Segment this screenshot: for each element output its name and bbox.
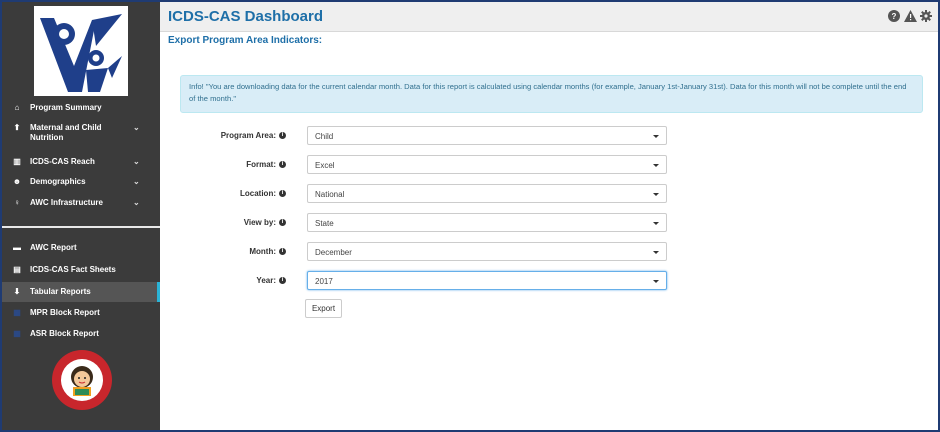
form-row-program-area: Program Area: i Child xyxy=(162,126,682,146)
card-icon: ▬ xyxy=(13,243,21,252)
caret-down-icon xyxy=(653,135,659,138)
month-selected-value: December xyxy=(315,248,352,257)
download-icon: ⬇ xyxy=(13,287,21,296)
sidebar-item-label: Tabular Reports xyxy=(30,287,91,296)
location-select[interactable]: National xyxy=(307,184,667,203)
chevron-down-icon: ⌄ xyxy=(133,177,140,186)
info-icon[interactable]: i xyxy=(279,161,286,169)
caret-down-icon xyxy=(653,251,659,254)
calendar-icon: ▦ xyxy=(13,329,21,338)
format-label-text: Format: xyxy=(246,160,276,169)
svg-text:?: ? xyxy=(892,12,897,21)
sidebar-item-tabular-reports[interactable]: ⬇ Tabular Reports xyxy=(2,282,160,302)
program-area-label-text: Program Area: xyxy=(220,131,276,140)
warning-icon[interactable] xyxy=(904,10,917,22)
view-by-select[interactable]: State xyxy=(307,213,667,232)
sidebar-item-label: AWC Report xyxy=(30,243,77,252)
gear-icon[interactable] xyxy=(920,10,932,22)
sidebar-item-icds-cas-reach[interactable]: ▥ ICDS-CAS Reach ⌄ xyxy=(2,157,160,171)
bar-chart-icon: ▥ xyxy=(13,157,21,166)
form-row-year: Year: i 2017 xyxy=(162,271,682,291)
format-label: Format: i xyxy=(246,160,286,169)
chevron-down-icon: ⌄ xyxy=(133,123,140,132)
year-label: Year: i xyxy=(256,276,286,285)
info-icon[interactable]: i xyxy=(279,132,286,140)
info-icon[interactable]: i xyxy=(279,248,286,256)
sidebar-item-label: ICDS-CAS Reach xyxy=(30,157,95,166)
month-label: Month: i xyxy=(249,247,286,256)
sidebar-item-mpr-block-report[interactable]: ▦ MPR Block Report xyxy=(2,307,160,321)
info-alert: Info! "You are downloading data for the … xyxy=(180,75,923,113)
sidebar-item-label: MPR Block Report xyxy=(30,308,100,317)
year-label-text: Year: xyxy=(256,276,276,285)
view-by-label: View by: i xyxy=(244,218,286,227)
app-frame: ⌂ Program Summary ⬆ Maternal and Child Nutr… xyxy=(0,0,940,432)
sidebar-item-program-summary[interactable]: ⌂ Program Summary xyxy=(2,103,160,117)
caret-down-icon xyxy=(653,193,659,196)
info-icon[interactable]: i xyxy=(279,277,286,285)
program-area-select[interactable]: Child xyxy=(307,126,667,145)
caret-down-icon xyxy=(653,280,659,283)
sidebar: ⌂ Program Summary ⬆ Maternal and Child Nutr… xyxy=(2,2,160,430)
sidebar-item-label: ICDS-CAS Fact Sheets xyxy=(30,265,116,274)
sidebar-item-label: Program Summary xyxy=(30,103,102,112)
help-icon[interactable]: ? xyxy=(888,10,900,22)
export-button[interactable]: Export xyxy=(305,299,342,318)
month-label-text: Month: xyxy=(249,247,276,256)
location-label: Location: i xyxy=(240,189,286,198)
sidebar-item-icds-cas-fact-sheets[interactable]: ▤ ICDS-CAS Fact Sheets xyxy=(2,264,160,278)
app-title: ICDS-CAS Dashboard xyxy=(168,8,324,25)
chevron-down-icon: ⌄ xyxy=(133,157,140,166)
location-label-text: Location: xyxy=(240,189,276,198)
calendar-icon: ▦ xyxy=(13,308,21,317)
nutrition-icon: ⬆ xyxy=(13,123,21,132)
sidebar-item-awc-infrastructure[interactable]: ♀ AWC Infrastructure ⌄ xyxy=(2,198,160,212)
sidebar-item-label: AWC Infrastructure xyxy=(30,198,103,207)
chevron-down-icon: ⌄ xyxy=(133,198,140,207)
icds-logo[interactable] xyxy=(34,6,128,96)
form-row-view-by: View by: i State xyxy=(162,213,682,233)
header-icons: ? xyxy=(888,10,932,22)
form-row-month: Month: i December xyxy=(162,242,682,262)
page-heading: Export Program Area Indicators: xyxy=(168,35,323,46)
format-select[interactable]: Excel xyxy=(307,155,667,174)
location-selected-value: National xyxy=(315,190,345,199)
users-icon: ☻ xyxy=(12,177,22,186)
view-by-selected-value: State xyxy=(315,219,334,228)
sidebar-item-asr-block-report[interactable]: ▦ ASR Block Report xyxy=(2,328,160,342)
info-icon[interactable]: i xyxy=(279,190,286,198)
sidebar-item-maternal-and-child-nutrition[interactable]: ⬆ Maternal and Child Nutrition ⌄ xyxy=(2,123,160,147)
form-row-location: Location: i National xyxy=(162,184,682,204)
year-selected-value: 2017 xyxy=(315,277,333,286)
month-select[interactable]: December xyxy=(307,242,667,261)
sidebar-item-label: Maternal and Child Nutrition xyxy=(30,123,102,142)
top-header: ICDS-CAS Dashboard ? xyxy=(160,2,938,32)
program-area-selected-value: Child xyxy=(315,132,334,141)
active-indicator xyxy=(157,282,160,302)
program-area-label: Program Area: i xyxy=(221,131,286,140)
info-icon[interactable]: i xyxy=(279,219,286,227)
view-by-label-text: View by: xyxy=(243,218,276,227)
sidebar-divider xyxy=(2,226,160,228)
form-row-format: Format: i Excel xyxy=(162,155,682,175)
sidebar-item-demographics[interactable]: ☻ Demographics ⌄ xyxy=(2,177,160,191)
sidebar-item-awc-report[interactable]: ▬ AWC Report xyxy=(2,242,160,256)
year-select[interactable]: 2017 xyxy=(307,271,667,290)
caret-down-icon xyxy=(653,164,659,167)
beti-bachao-logo xyxy=(51,349,113,411)
sidebar-item-label: Demographics xyxy=(30,177,86,186)
lightbulb-icon: ♀ xyxy=(14,198,20,207)
document-icon: ▤ xyxy=(13,265,21,274)
caret-down-icon xyxy=(653,222,659,225)
format-selected-value: Excel xyxy=(315,161,335,170)
sidebar-item-label: ASR Block Report xyxy=(30,329,99,338)
home-icon: ⌂ xyxy=(14,103,20,112)
